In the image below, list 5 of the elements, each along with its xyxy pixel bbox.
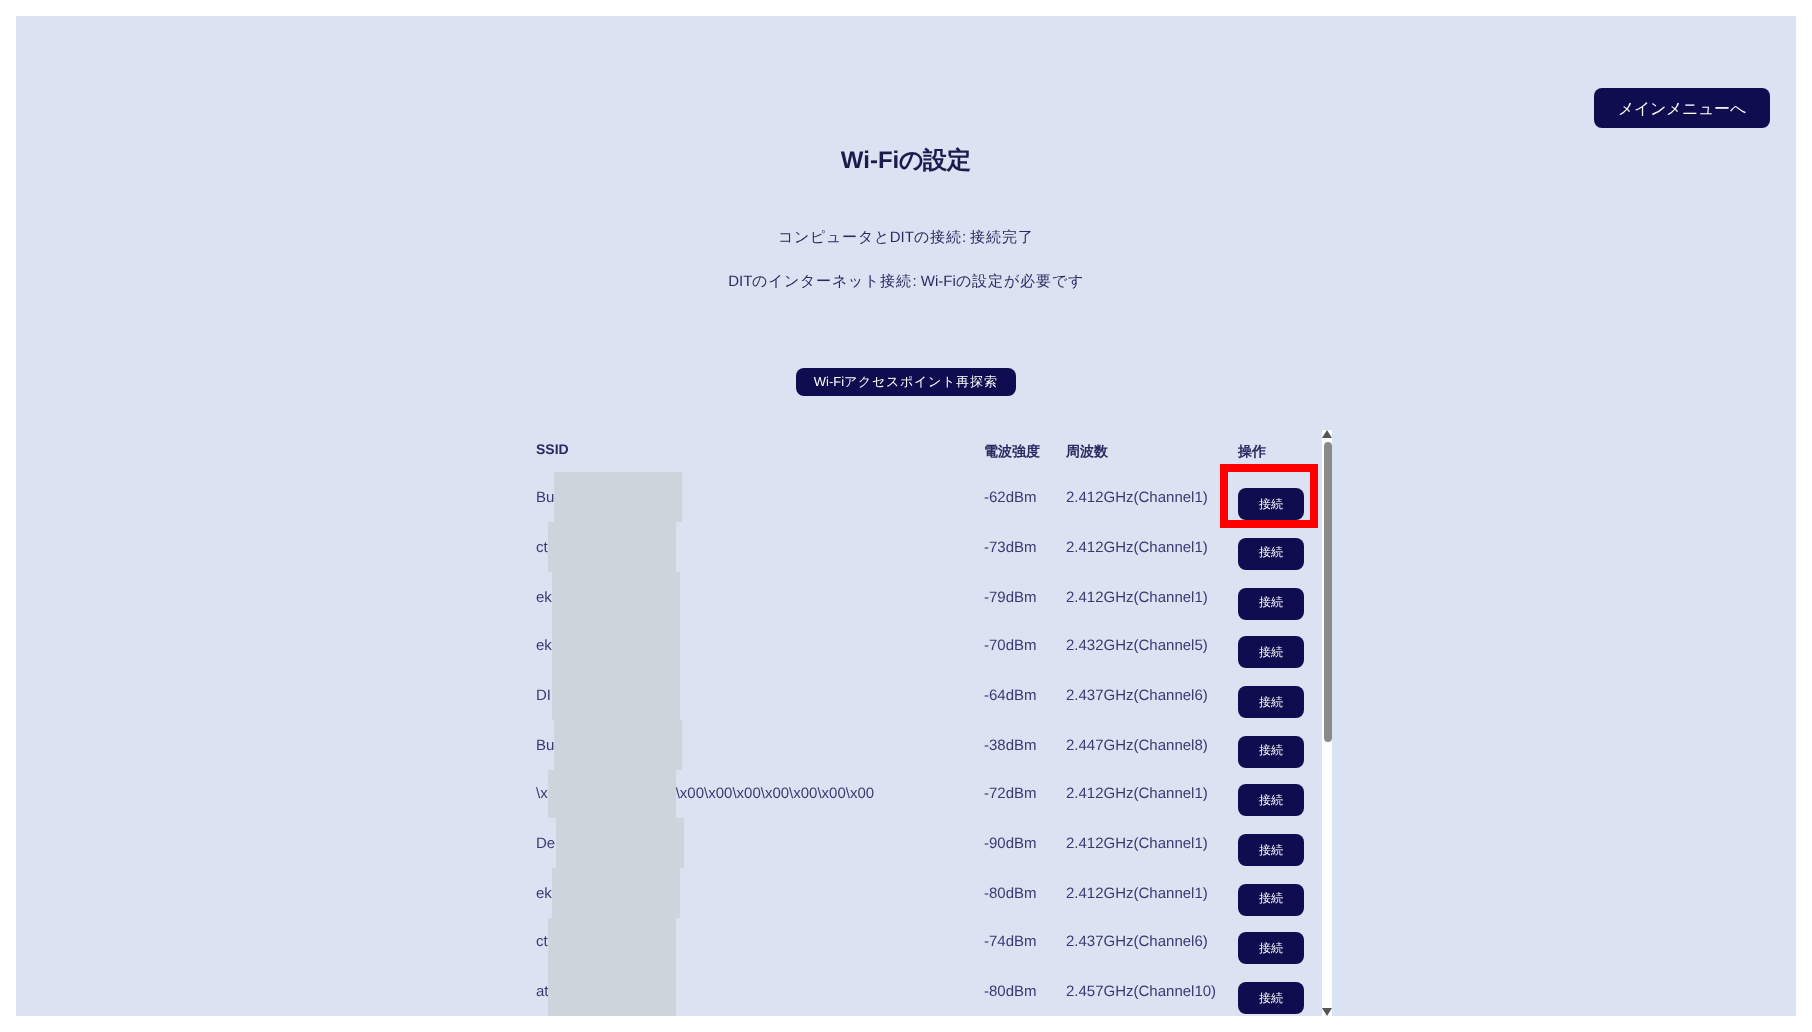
scrollbar[interactable] [1322, 430, 1332, 1016]
page-title: Wi-Fiの設定 [840, 144, 972, 178]
redaction-block [548, 966, 677, 1016]
main-menu-button[interactable]: メインメニューへ [1594, 88, 1770, 128]
scroll-down-icon[interactable] [1322, 1008, 1332, 1016]
